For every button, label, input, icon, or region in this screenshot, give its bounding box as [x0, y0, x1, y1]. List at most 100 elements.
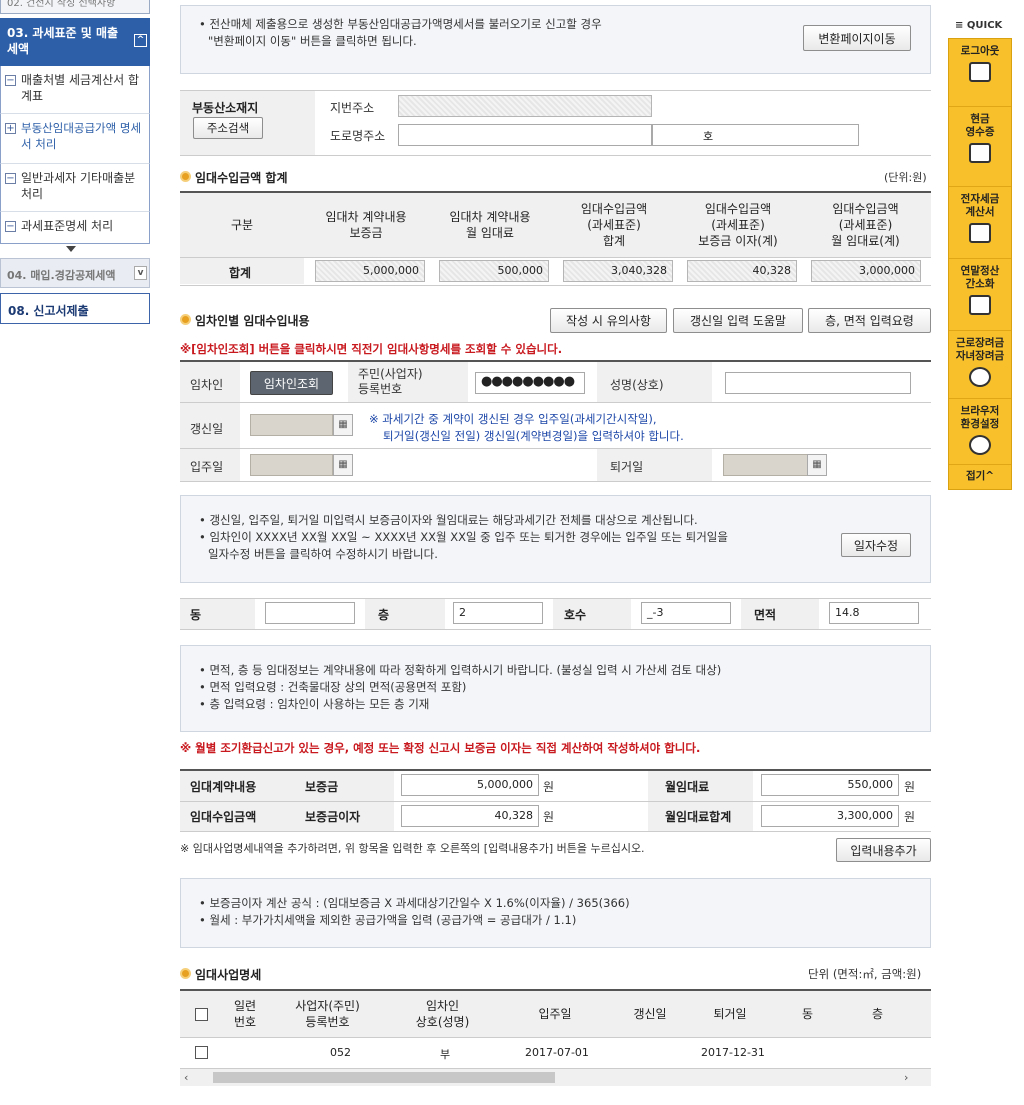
minus-box-icon: −: [5, 173, 16, 184]
resid-number-field[interactable]: ●●●●●●●●●: [475, 372, 585, 394]
notice-formula: • 보증금이자 계산 공식 : (임대보증금 X 과세대상기간일수 X 1.6%…: [180, 878, 931, 948]
row-moveout: 2017-12-31: [701, 1046, 765, 1059]
bullet-icon: [180, 171, 191, 182]
biz-header-2: 임차인 상호(성명): [415, 999, 470, 1029]
jibun-label: 지번주소: [330, 101, 375, 115]
dong-field[interactable]: [265, 602, 355, 624]
summary-row-label: 합계: [229, 266, 252, 280]
calendar-icon[interactable]: ▦: [333, 414, 353, 436]
biz-header-5: 퇴거일: [713, 1007, 747, 1021]
nav-prev-section[interactable]: 02. 건전지 작성 선택사항: [0, 0, 150, 14]
h-scrollbar[interactable]: ‹ ›: [180, 1069, 931, 1086]
summary-header-2: 임대차 계약내용 월 임대료: [449, 210, 531, 240]
monthly-total-label: 월임대료합계: [665, 810, 732, 824]
add-entry-button[interactable]: 입력내용추가: [836, 838, 931, 862]
nav-section-04[interactable]: 04. 매입.경감공제세액 v: [0, 258, 150, 288]
biz-header-0: 일련 번호: [233, 999, 257, 1029]
summary-header-5: 임대수입금액 (과세표준) 월 임대료(계): [831, 202, 900, 248]
notes-button[interactable]: 작성 시 유의사항: [550, 308, 667, 333]
summary-header-3: 임대수입금액 (과세표준) 합계: [580, 202, 648, 248]
e-invoice-button[interactable]: 전자세금 계산서: [949, 187, 1011, 259]
monthly-total-field[interactable]: 3,300,000: [761, 805, 899, 827]
biz-header-3: 입주일: [538, 1007, 572, 1021]
summary-value-4[interactable]: 3,000,000: [811, 260, 921, 282]
interest-field[interactable]: 40,328: [401, 805, 539, 827]
nav-section-03[interactable]: 03. 과세표준 및 매출세액 ^: [0, 18, 150, 66]
nav-item-tax-base[interactable]: − 과세표준명세 처리: [0, 212, 150, 244]
browser-settings-button[interactable]: 브라우저 환경설정: [949, 399, 1011, 465]
won-label: 원: [904, 780, 916, 794]
nav-item-sales-invoice[interactable]: − 매출처별 세금계산서 합계표: [0, 66, 150, 114]
row-checkbox[interactable]: [195, 1046, 208, 1059]
tenant-name-field[interactable]: [725, 372, 911, 394]
lock-icon: [969, 62, 991, 82]
nav-item-other-sales[interactable]: − 일반과세자 기타매출분 처리: [0, 164, 150, 212]
movein-date-field[interactable]: [250, 454, 333, 476]
won-label: 원: [543, 810, 555, 824]
scroll-thumb[interactable]: [213, 1072, 555, 1083]
year-end-button[interactable]: 연말정산 간소화: [949, 259, 1011, 331]
row-name: 부: [440, 1048, 451, 1061]
summary-value-0[interactable]: 5,000,000: [315, 260, 425, 282]
won-label: 원: [904, 810, 916, 824]
plus-box-icon: +: [5, 123, 16, 134]
floor-field[interactable]: 2: [453, 602, 543, 624]
moveout-date-field[interactable]: [723, 454, 809, 476]
ho-field[interactable]: _-3: [641, 602, 731, 624]
ho-label: 호수: [564, 608, 587, 622]
summary-value-1[interactable]: 500,000: [439, 260, 549, 282]
floor-label: 층: [378, 608, 390, 622]
early-refund-notice: ※ 월별 조기환급신고가 있는 경우, 예정 또는 확정 신고시 보증금 이자는…: [180, 741, 701, 755]
nav-section-03-label: 03. 과세표준 및 매출세액: [7, 26, 119, 56]
scroll-right-icon[interactable]: ›: [904, 1071, 908, 1084]
area-field[interactable]: 14.8: [829, 602, 919, 624]
biz-title: 임대사업명세: [180, 966, 261, 983]
quick-panel: 로그아웃 현금 영수증 전자세금 계산서 연말정산 간소화 근로장려금 자녀장려…: [948, 38, 1012, 490]
summary-header-1: 임대차 계약내용 보증금: [325, 210, 407, 240]
address-search-button[interactable]: 주소검색: [193, 117, 263, 139]
nav-section-08[interactable]: 08. 신고서제출: [0, 293, 150, 324]
document-icon: [969, 223, 991, 243]
road-address-field[interactable]: [398, 124, 652, 146]
bullet-icon: [180, 314, 191, 325]
dong-label: 동: [190, 608, 202, 622]
select-all-checkbox[interactable]: [195, 1008, 208, 1021]
calendar-icon[interactable]: ▦: [807, 454, 827, 476]
chevron-up-icon[interactable]: ^: [134, 34, 147, 47]
chevron-down-icon[interactable]: v: [134, 266, 147, 280]
cash-receipt-button[interactable]: 현금 영수증: [949, 107, 1011, 187]
incentive-button[interactable]: 근로장려금 자녀장려금: [949, 331, 1011, 399]
tenant-lookup-button[interactable]: 임차인조회: [250, 371, 333, 395]
minus-box-icon: −: [5, 75, 16, 86]
date-edit-button[interactable]: 일자수정: [841, 533, 911, 557]
contract-label: 임대계약내용: [190, 780, 257, 794]
logout-button[interactable]: 로그아웃: [949, 39, 1011, 107]
nav-item-rental-supply[interactable]: + 부동산임대공급가액 명세서 처리: [0, 114, 150, 164]
scroll-left-icon[interactable]: ‹: [184, 1071, 188, 1084]
renew-label: 갱신일: [190, 422, 224, 436]
lookup-notice: ※[임차인조회] 버튼을 클릭하시면 직전기 임대사항명세를 조회할 수 있습니…: [180, 342, 563, 356]
add-note: ※ 임대사업명세내역을 추가하려면, 위 항목을 입력한 후 오른쪽의 [입력내…: [180, 842, 645, 855]
receipt-icon: [969, 143, 991, 163]
jibun-address-field[interactable]: [398, 95, 652, 117]
renew-date-field[interactable]: [250, 414, 333, 436]
renew-help-button[interactable]: 갱신일 입력 도움말: [673, 308, 803, 333]
floor-area-help-button[interactable]: 층, 면적 입력요령: [808, 308, 931, 333]
road-label: 도로명주소: [330, 129, 386, 143]
summary-title: 임대수입금액 합계: [180, 169, 288, 186]
renew-note-1: ※ 과세기간 중 계약이 갱신된 경우 입주일(과세기간시작일),: [369, 412, 657, 426]
notice-area: • 면적, 층 등 임대정보는 계약내용에 따라 정확하게 입력하시기 바랍니다…: [180, 645, 931, 732]
collapse-button[interactable]: 접기^: [949, 465, 1011, 489]
summary-value-3[interactable]: 40,328: [687, 260, 797, 282]
deposit-field[interactable]: 5,000,000: [401, 774, 539, 796]
monthly-rent-field[interactable]: 550,000: [761, 774, 899, 796]
resid-label: 주민(사업자) 등록번호: [358, 367, 423, 396]
summary-value-2[interactable]: 3,040,328: [563, 260, 673, 282]
quick-title: ≡ QUICK: [955, 20, 1003, 31]
calendar-icon[interactable]: ▦: [333, 454, 353, 476]
convert-page-button[interactable]: 변환페이지이동: [803, 25, 911, 51]
area-label: 면적: [754, 608, 777, 622]
tenant-title: 임차인별 임대수입내용: [180, 312, 310, 329]
road-address-detail-field[interactable]: 호: [652, 124, 859, 146]
row-resid: 052: [330, 1046, 351, 1059]
